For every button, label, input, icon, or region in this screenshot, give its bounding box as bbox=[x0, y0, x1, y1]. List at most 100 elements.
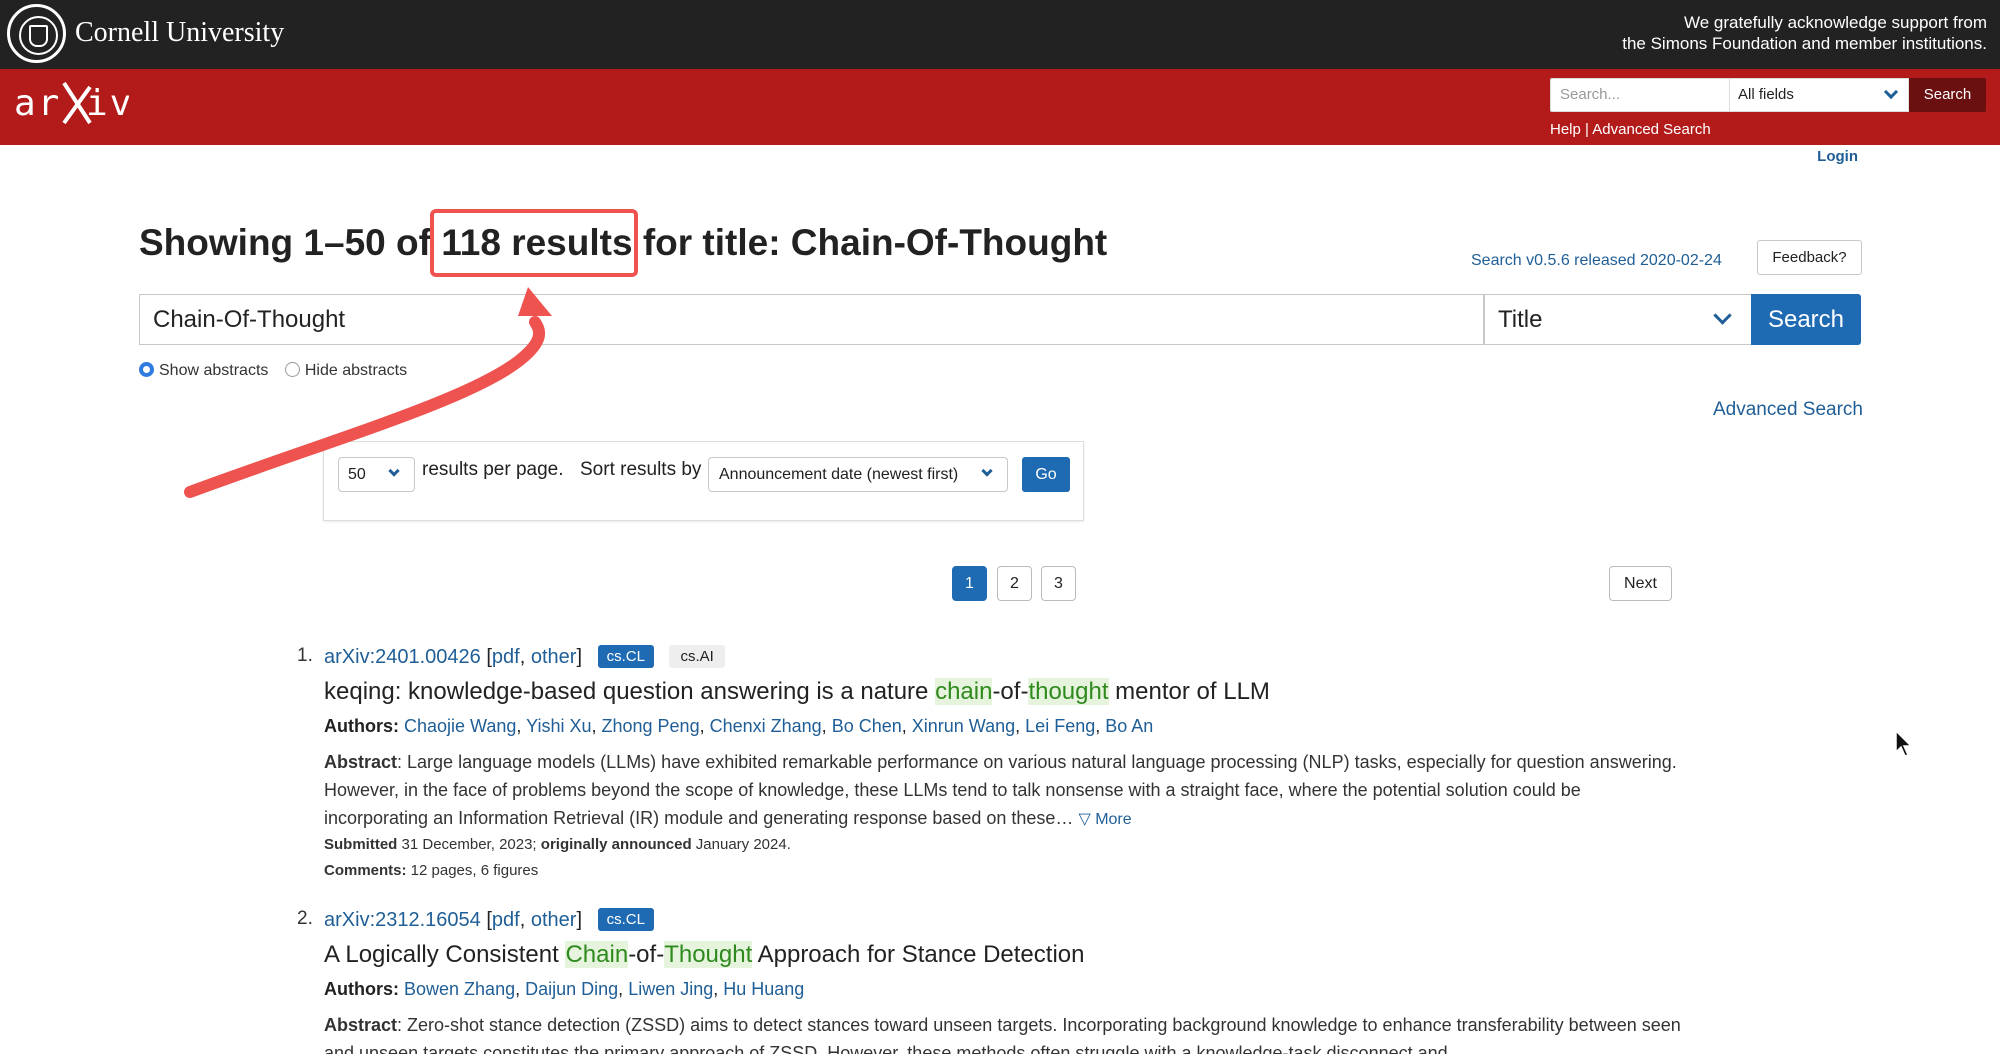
arxiv-logo-icon: ar iv bbox=[14, 81, 131, 125]
version-link[interactable]: Search v0.5.6 released 2020-02-24 bbox=[1471, 252, 1722, 270]
title-highlight: Thought bbox=[664, 941, 753, 968]
submission-info: Submitted 31 December, 2023; originally … bbox=[324, 836, 791, 853]
abstract-label: Abstract bbox=[324, 752, 398, 772]
abstract-label: Abstract bbox=[324, 1015, 398, 1035]
author-link[interactable]: Zhong Peng bbox=[602, 716, 700, 736]
submitted-label: Submitted bbox=[324, 836, 398, 853]
title-suffix: for title: Chain-Of-Thought bbox=[642, 222, 1108, 263]
hide-abstracts-label[interactable]: Hide abstracts bbox=[305, 362, 407, 379]
comments-info: Comments: 12 pages, 6 figures bbox=[324, 862, 538, 879]
other-link[interactable]: other bbox=[531, 909, 577, 931]
per-page-select[interactable]: 50 bbox=[338, 457, 415, 492]
page-3-button[interactable]: 3 bbox=[1041, 566, 1076, 601]
support-line-1: We gratefully acknowledge support from bbox=[1683, 13, 1987, 32]
author-link[interactable]: Xinrun Wang bbox=[912, 716, 1015, 736]
advanced-search-link[interactable]: Advanced Search bbox=[1713, 399, 1863, 421]
title-highlight: Chain bbox=[565, 941, 629, 968]
show-abstracts-label[interactable]: Show abstracts bbox=[159, 362, 268, 379]
main-field-value: Title bbox=[1498, 306, 1543, 333]
main-field-select[interactable]: Title bbox=[1484, 294, 1752, 345]
per-page-label: results per page. bbox=[422, 459, 564, 480]
arxiv-logo[interactable]: ar iv bbox=[14, 77, 131, 127]
abstract-text: : Zero-shot stance detection (ZSSD) aims… bbox=[324, 1015, 1681, 1054]
result-id-line: arXiv:2312.16054 [pdf, other] cs.CL bbox=[324, 908, 654, 932]
abstract-text: : Large language models (LLMs) have exhi… bbox=[324, 752, 1677, 828]
header-search-input[interactable]: Search... bbox=[1550, 78, 1730, 112]
result-number: 1. bbox=[297, 645, 313, 666]
bracket-close: ] bbox=[576, 909, 583, 931]
result-authors: Authors: Chaojie Wang, Yishi Xu, Zhong P… bbox=[324, 716, 1154, 736]
author-link[interactable]: Hu Huang bbox=[723, 979, 804, 999]
author-link[interactable]: Liwen Jing bbox=[628, 979, 713, 999]
result-id-link[interactable]: arXiv:2401.00426 bbox=[324, 646, 481, 668]
title-part: mentor of LLM bbox=[1108, 678, 1270, 705]
main-search-input[interactable]: Chain-Of-Thought bbox=[139, 294, 1484, 345]
more-link[interactable]: ▽ More bbox=[1078, 811, 1131, 828]
title-part: Approach for Stance Detection bbox=[752, 941, 1085, 968]
show-abstracts-radio[interactable] bbox=[139, 362, 154, 377]
annotation-arrow-icon bbox=[184, 287, 552, 498]
support-notice: We gratefully acknowledge support from t… bbox=[1622, 12, 1987, 54]
cornell-seal-icon[interactable] bbox=[7, 4, 66, 63]
next-button[interactable]: Next bbox=[1609, 566, 1672, 601]
title-highlight: thought bbox=[1028, 678, 1109, 705]
result-number: 2. bbox=[297, 908, 313, 929]
sort-select[interactable]: Announcement date (newest first) bbox=[708, 457, 1008, 492]
primary-category-tag[interactable]: cs.CL bbox=[597, 908, 654, 931]
result-abstract: Abstract: Large language models (LLMs) h… bbox=[324, 748, 1684, 834]
sort-controls: 50 results per page. Sort results by Ann… bbox=[323, 441, 1084, 521]
chevron-down-icon bbox=[1883, 84, 1899, 100]
author-link[interactable]: Chaojie Wang bbox=[404, 716, 516, 736]
svg-text:ar: ar bbox=[14, 83, 61, 124]
secondary-category-tag[interactable]: cs.AI bbox=[669, 645, 725, 668]
page-1-button[interactable]: 1 bbox=[952, 566, 987, 601]
title-part: keqing: knowledge-based question answeri… bbox=[324, 678, 936, 705]
comma: , bbox=[519, 646, 526, 668]
announced-date: January 2024. bbox=[691, 836, 791, 853]
result-abstract: Abstract: Zero-shot stance detection (ZS… bbox=[324, 1011, 1684, 1054]
support-line-2: the Simons Foundation and member institu… bbox=[1622, 34, 1987, 53]
comments-label: Comments: bbox=[324, 862, 407, 879]
header-field-value: All fields bbox=[1738, 86, 1794, 103]
header-field-select[interactable]: All fields bbox=[1729, 78, 1909, 112]
author-link[interactable]: Daijun Ding bbox=[525, 979, 618, 999]
author-link[interactable]: Lei Feng bbox=[1025, 716, 1095, 736]
hide-abstracts-radio[interactable] bbox=[284, 362, 300, 377]
cornell-name[interactable]: Cornell University bbox=[75, 17, 284, 49]
title-prefix: Showing 1–50 of bbox=[139, 222, 431, 263]
go-button[interactable]: Go bbox=[1022, 457, 1070, 492]
login-link[interactable]: Login bbox=[1817, 148, 1858, 165]
chevron-down-icon bbox=[981, 465, 993, 477]
result-title: keqing: knowledge-based question answeri… bbox=[324, 678, 1270, 706]
author-link[interactable]: Chenxi Zhang bbox=[710, 716, 822, 736]
help-link[interactable]: Help bbox=[1550, 121, 1581, 138]
sort-value: Announcement date (newest first) bbox=[719, 466, 959, 483]
author-link[interactable]: Bowen Zhang bbox=[404, 979, 515, 999]
result-authors: Authors: Bowen Zhang, Daijun Ding, Liwen… bbox=[324, 979, 805, 999]
comma: , bbox=[519, 909, 526, 931]
authors-label: Authors: bbox=[324, 716, 399, 736]
page-2-button[interactable]: 2 bbox=[997, 566, 1032, 601]
link-separator: | bbox=[1585, 121, 1589, 138]
header-search-button[interactable]: Search bbox=[1909, 78, 1986, 112]
feedback-button[interactable]: Feedback? bbox=[1757, 240, 1862, 275]
result-id-link[interactable]: arXiv:2312.16054 bbox=[324, 909, 481, 931]
comments-text: 12 pages, 6 figures bbox=[406, 862, 539, 879]
header-advanced-search-link[interactable]: Advanced Search bbox=[1592, 121, 1710, 138]
title-highlight: chain bbox=[935, 678, 993, 705]
author-link[interactable]: Bo An bbox=[1105, 716, 1153, 736]
annotation-highlight-box bbox=[430, 209, 638, 277]
bracket-close: ] bbox=[576, 646, 583, 668]
primary-category-tag[interactable]: cs.CL bbox=[597, 645, 654, 668]
cornell-header: Cornell University We gratefully acknowl… bbox=[0, 0, 2000, 69]
sort-label: Sort results by bbox=[580, 459, 702, 480]
other-link[interactable]: other bbox=[531, 646, 577, 668]
author-link[interactable]: Bo Chen bbox=[832, 716, 902, 736]
pdf-link[interactable]: pdf bbox=[492, 909, 520, 931]
main-search-button[interactable]: Search bbox=[1751, 294, 1861, 345]
result-title: A Logically Consistent Chain-of-Thought … bbox=[324, 941, 1084, 969]
header-links: Help | Advanced Search bbox=[1550, 121, 1711, 138]
author-link[interactable]: Yishi Xu bbox=[526, 716, 591, 736]
announced-label: originally announced bbox=[540, 836, 692, 853]
pdf-link[interactable]: pdf bbox=[492, 646, 520, 668]
